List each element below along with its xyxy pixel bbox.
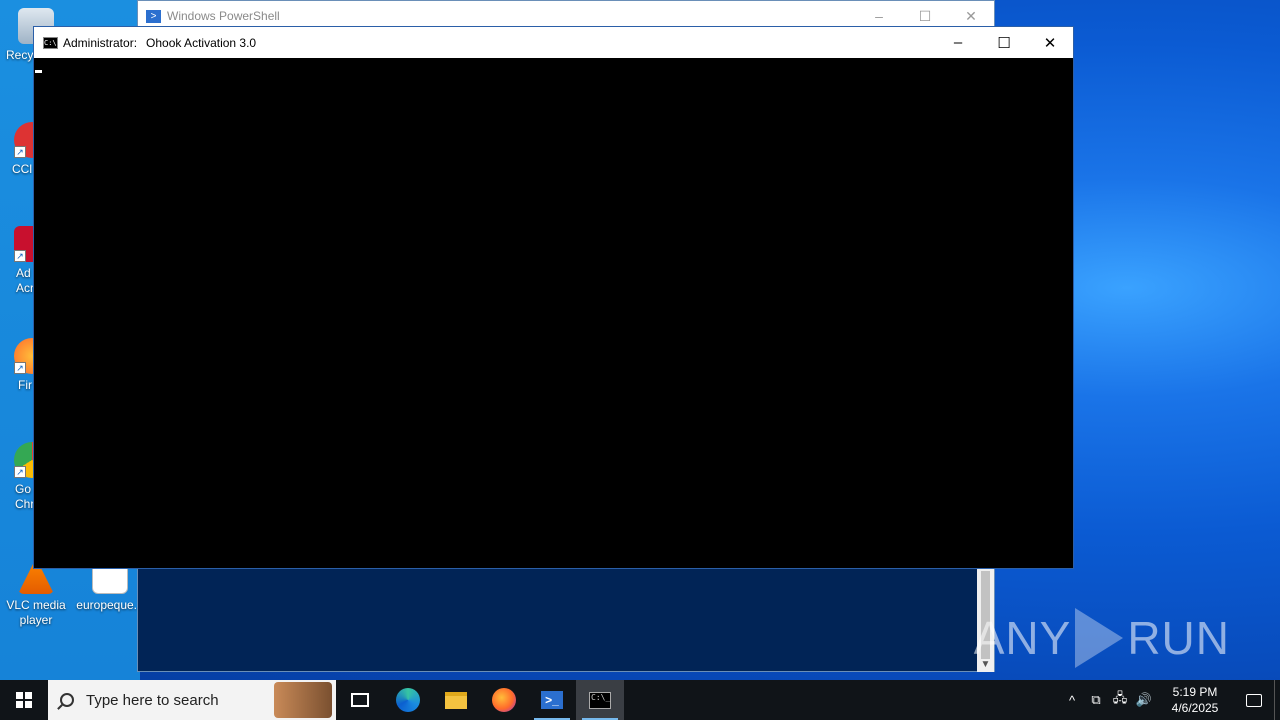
network-icon[interactable]: 🖧	[1108, 680, 1132, 720]
powershell-title: Windows PowerShell	[167, 9, 280, 23]
cmd-icon: C:\_	[589, 691, 611, 709]
tray-device-icon[interactable]: ⧉	[1084, 680, 1108, 720]
firefox-icon	[492, 688, 516, 712]
windows-logo-icon	[16, 692, 32, 708]
shortcut-arrow-icon: ↗	[14, 146, 26, 158]
cmd-title-prefix: Administrator:	[63, 35, 138, 50]
system-tray: ^ ⧉ 🖧 🔊 5:19 PM 4/6/2025	[1060, 680, 1280, 720]
notification-icon	[1246, 693, 1262, 707]
close-button[interactable]: ✕	[1027, 27, 1073, 58]
taskbar-powershell[interactable]: >_	[528, 680, 576, 720]
taskbar-search-box[interactable]: Type here to search	[48, 680, 336, 720]
taskbar-file-explorer[interactable]	[432, 680, 480, 720]
taskbar-clock[interactable]: 5:19 PM 4/6/2025	[1156, 684, 1234, 716]
search-icon	[60, 693, 74, 707]
anyrun-watermark: ANY RUN	[974, 608, 1230, 668]
cmd-window[interactable]: C:\ Administrator: Ohook Activation 3.0 …	[33, 26, 1074, 569]
taskbar-firefox[interactable]	[480, 680, 528, 720]
start-button[interactable]	[0, 680, 48, 720]
desktop-icon-label: europeque...	[76, 598, 144, 612]
notification-center-button[interactable]	[1234, 680, 1274, 720]
taskbar-cmd[interactable]: C:\_	[576, 680, 624, 720]
task-view-icon	[351, 693, 369, 707]
clock-time: 5:19 PM	[1172, 685, 1218, 699]
search-placeholder: Type here to search	[86, 691, 219, 709]
desktop-icon-label: VLC media player	[6, 598, 66, 627]
cmd-titlebar[interactable]: C:\ Administrator: Ohook Activation 3.0 …	[34, 27, 1073, 58]
taskbar-task-view[interactable]	[336, 680, 384, 720]
minimize-button[interactable]: –	[935, 27, 981, 58]
volume-icon[interactable]: 🔊	[1132, 680, 1156, 720]
shortcut-arrow-icon: ↗	[14, 466, 26, 478]
file-explorer-icon	[445, 691, 467, 709]
shortcut-arrow-icon: ↗	[14, 362, 26, 374]
text-cursor	[35, 70, 42, 73]
taskbar-edge[interactable]	[384, 680, 432, 720]
powershell-icon: >	[146, 9, 161, 23]
powershell-icon: >_	[541, 691, 563, 709]
cmd-title: Ohook Activation 3.0	[146, 35, 257, 50]
watermark-right: RUN	[1127, 612, 1230, 664]
show-desktop-button[interactable]	[1274, 680, 1280, 720]
shortcut-arrow-icon: ↗	[14, 250, 26, 262]
maximize-button[interactable]: ☐	[981, 27, 1027, 58]
clock-date: 4/6/2025	[1171, 701, 1219, 715]
play-logo-icon	[1075, 608, 1124, 668]
console-output[interactable]	[34, 58, 1073, 568]
watermark-left: ANY	[973, 612, 1072, 664]
cmd-icon: C:\	[43, 36, 58, 49]
edge-icon	[396, 688, 420, 712]
taskbar: Type here to search >_ C:\_ ^ ⧉ 🖧 🔊 5:19…	[0, 680, 1280, 720]
tray-overflow-chevron-icon[interactable]: ^	[1060, 680, 1084, 720]
search-highlight-image	[274, 682, 332, 718]
